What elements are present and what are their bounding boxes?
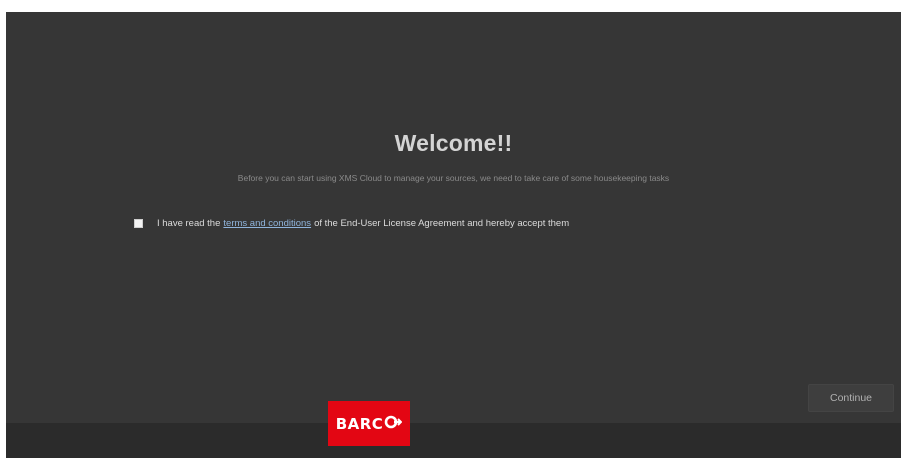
- eula-text-before: I have read the: [157, 218, 221, 229]
- eula-accept-checkbox[interactable]: [134, 219, 143, 228]
- eula-accept-row: I have read the terms and conditions of …: [134, 218, 569, 229]
- app-window: Welcome!! Before you can start using XMS…: [6, 12, 901, 458]
- barco-logo-text: BARC: [336, 415, 403, 433]
- continue-button[interactable]: Continue: [808, 384, 894, 412]
- eula-text-after: of the End-User License Agreement and he…: [314, 218, 570, 229]
- barco-logo-mark-icon: [384, 415, 403, 433]
- welcome-panel: Welcome!! Before you can start using XMS…: [6, 12, 901, 423]
- page-subtitle: Before you can start using XMS Cloud to …: [237, 173, 670, 183]
- footer-bar: [6, 423, 901, 458]
- barco-logo-letters: BARC: [335, 414, 384, 433]
- terms-and-conditions-link[interactable]: terms and conditions: [223, 218, 311, 229]
- barco-logo: BARC: [328, 401, 410, 446]
- page-title: Welcome!!: [394, 130, 513, 156]
